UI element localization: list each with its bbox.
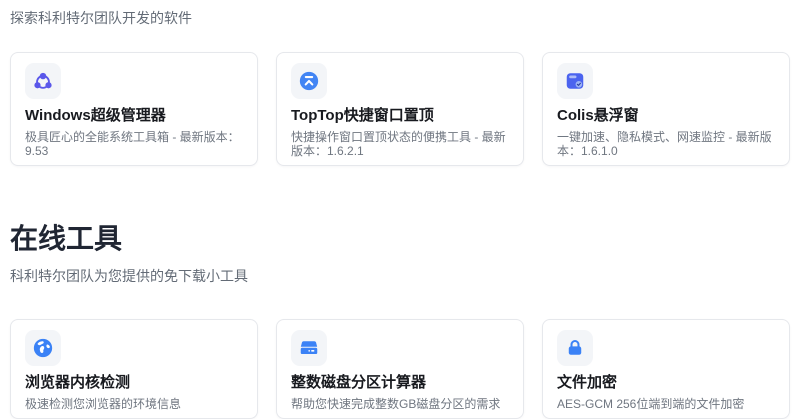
card-browser-kernel-check[interactable]: 浏览器内核检测 极速检测您浏览器的环境信息: [10, 319, 258, 419]
card-toptop-pin[interactable]: TopTop快捷窗口置顶 快捷操作窗口置顶状态的便携工具 - 最新版本：1.6.…: [276, 52, 524, 166]
floating-window-icon: [557, 63, 593, 99]
card-title: TopTop快捷窗口置顶: [291, 107, 509, 125]
card-title: Windows超级管理器: [25, 107, 243, 125]
card-description: 快捷操作窗口置顶状态的便携工具 - 最新版本：1.6.2.1: [291, 130, 509, 158]
lock-icon: [557, 330, 593, 366]
card-file-encryption[interactable]: 文件加密 AES-GCM 256位端到端的文件加密: [542, 319, 790, 419]
software-cards-grid: Windows超级管理器 极具匠心的全能系统工具箱 - 最新版本：9.53 To…: [10, 52, 790, 166]
card-title: 文件加密: [557, 374, 775, 392]
card-description: AES-GCM 256位端到端的文件加密: [557, 397, 775, 411]
software-section-label: 探索科利特尔团队开发的软件: [10, 10, 790, 26]
tools-cards-grid: 浏览器内核检测 极速检测您浏览器的环境信息 整数磁盘分区计算器 帮助您快速完成整…: [10, 319, 790, 419]
card-windows-super-manager[interactable]: Windows超级管理器 极具匠心的全能系统工具箱 - 最新版本：9.53: [10, 52, 258, 166]
globe-icon: [25, 330, 61, 366]
tools-section-heading: 在线工具: [10, 222, 790, 256]
page: 探索科利特尔团队开发的软件 Windows超级管理器 极具匠心的全能系统工具箱 …: [0, 0, 800, 419]
hard-drive-icon: [291, 330, 327, 366]
card-description: 极具匠心的全能系统工具箱 - 最新版本：9.53: [25, 130, 243, 158]
card-disk-partition-calculator[interactable]: 整数磁盘分区计算器 帮助您快速完成整数GB磁盘分区的需求: [276, 319, 524, 419]
card-description: 一键加速、隐私模式、网速监控 - 最新版本：1.6.1.0: [557, 130, 775, 158]
nodes-icon: [25, 63, 61, 99]
card-description: 极速检测您浏览器的环境信息: [25, 397, 243, 411]
card-description: 帮助您快速完成整数GB磁盘分区的需求: [291, 397, 509, 411]
card-title: 浏览器内核检测: [25, 374, 243, 392]
card-colis-float-window[interactable]: Colis悬浮窗 一键加速、隐私模式、网速监控 - 最新版本：1.6.1.0: [542, 52, 790, 166]
card-title: 整数磁盘分区计算器: [291, 374, 509, 392]
tools-section-subheading: 科利特尔团队为您提供的免下载小工具: [10, 268, 790, 285]
pin-top-icon: [291, 63, 327, 99]
card-title: Colis悬浮窗: [557, 107, 775, 125]
